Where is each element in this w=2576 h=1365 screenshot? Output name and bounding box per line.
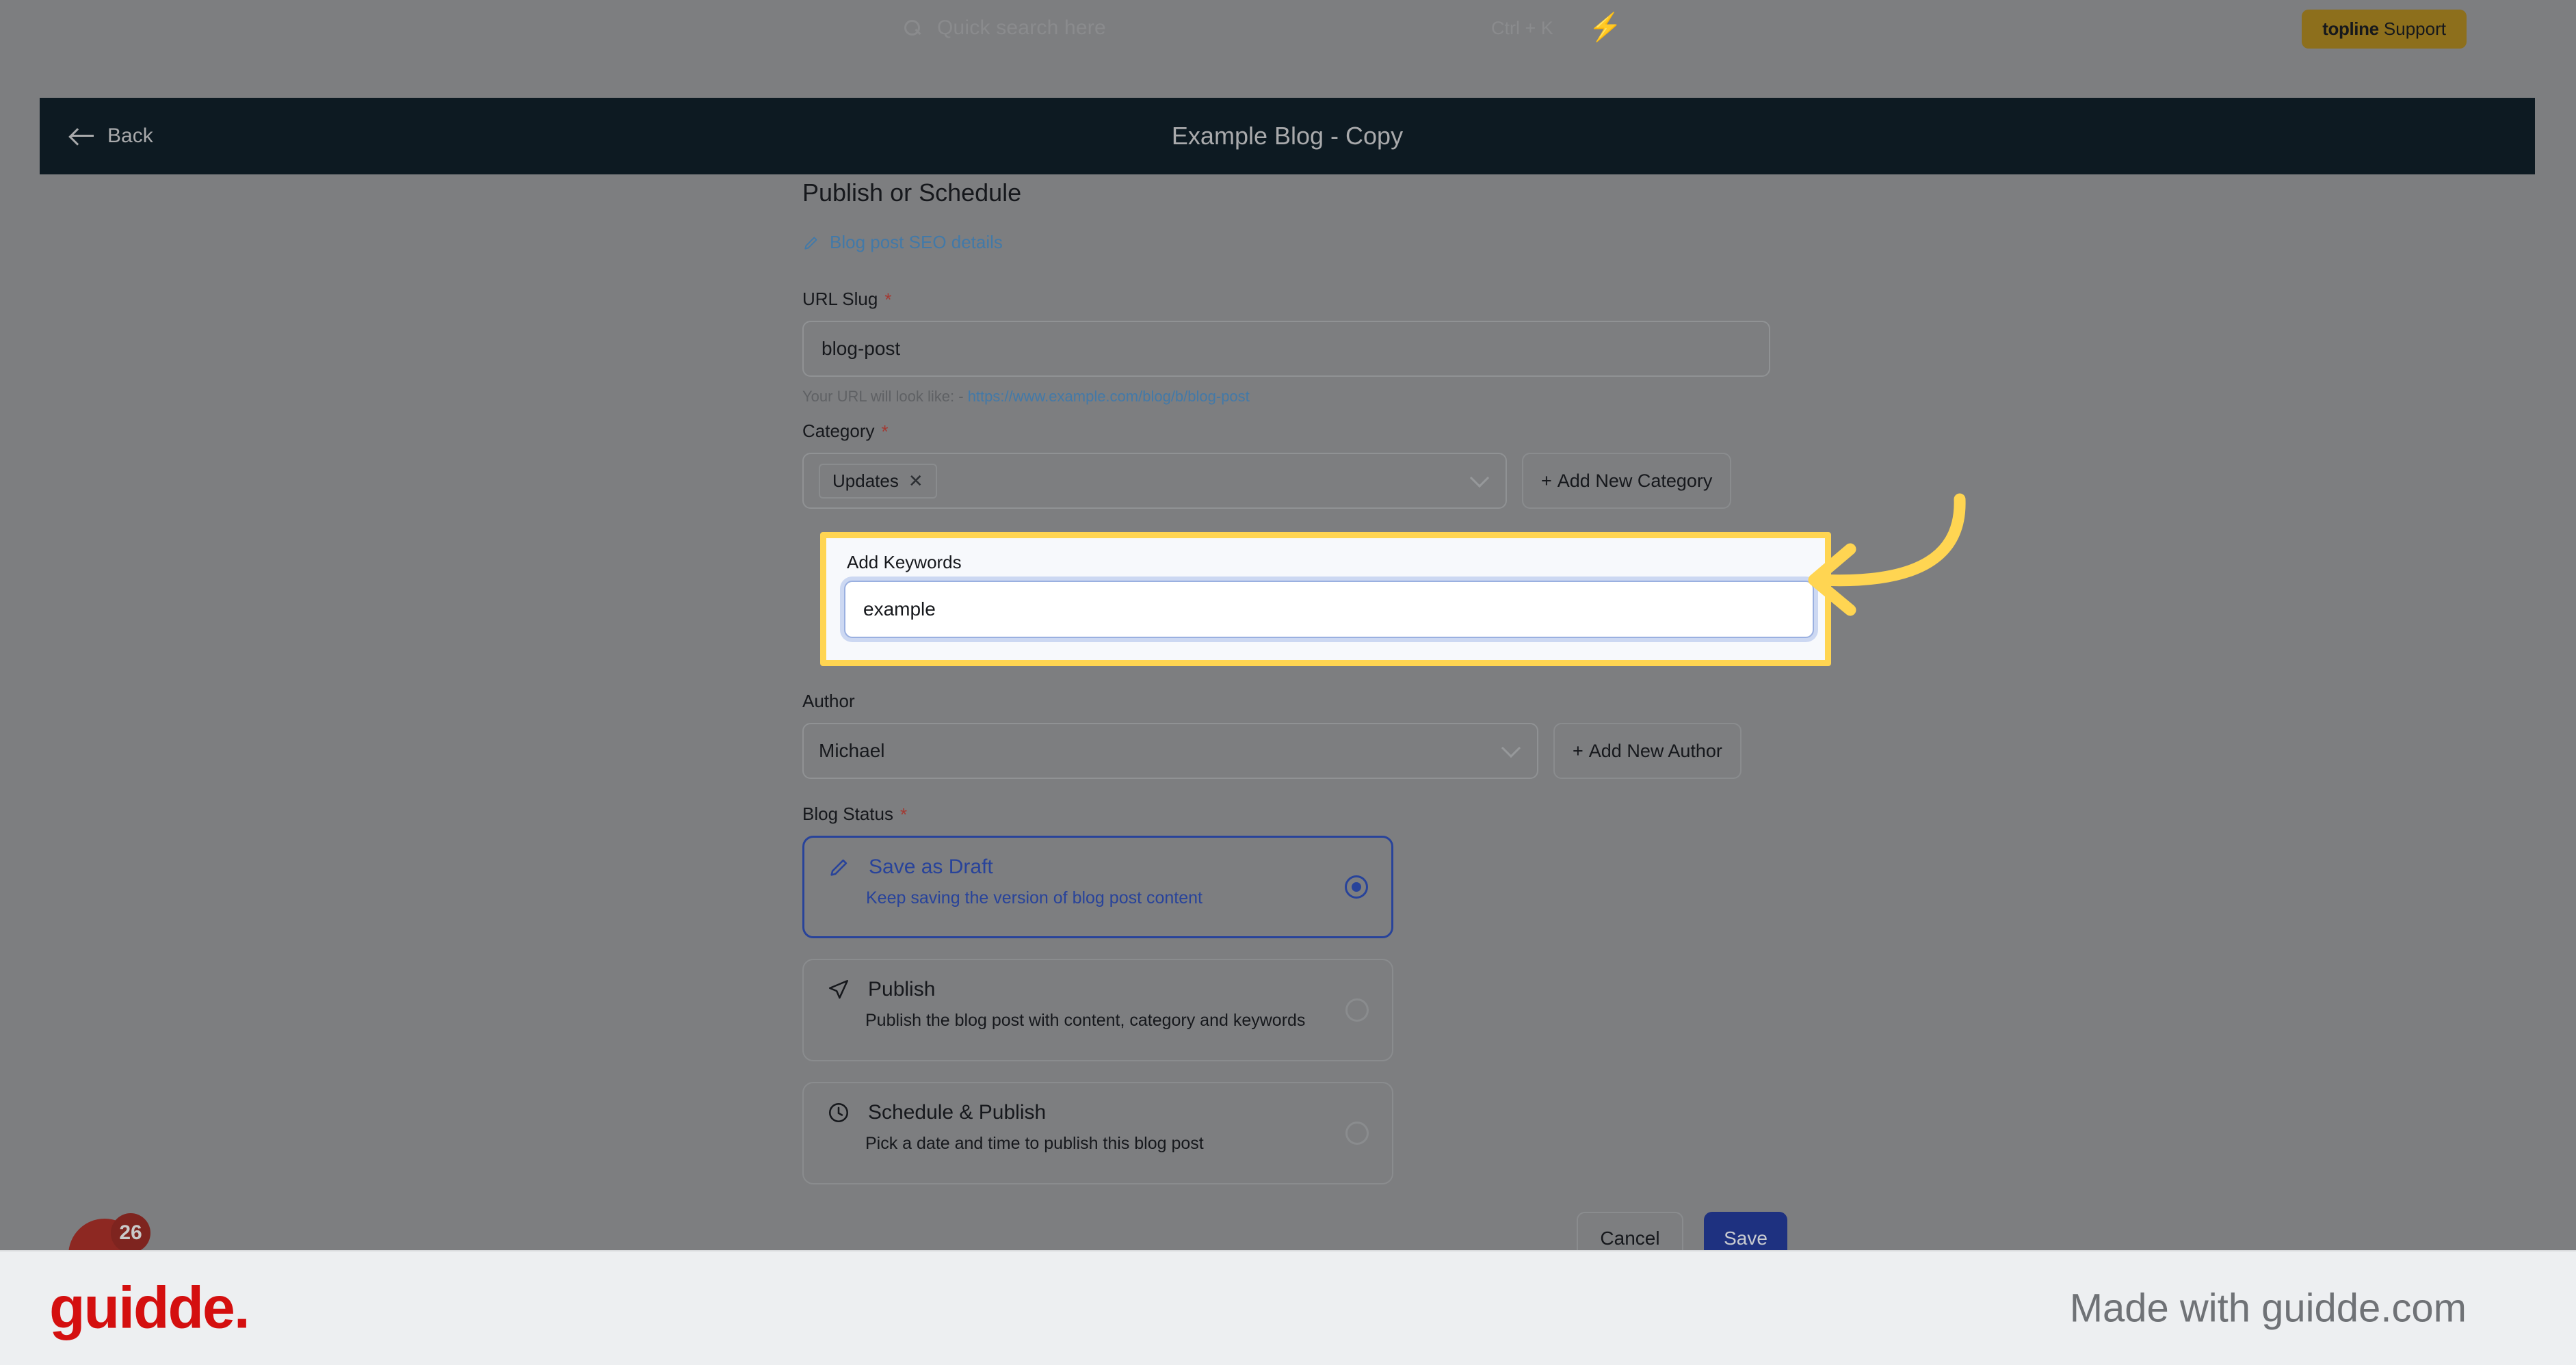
add-new-category-button[interactable]: + Add New Category bbox=[1522, 453, 1732, 509]
search-icon bbox=[903, 18, 922, 38]
radio-save-as-draft[interactable] bbox=[1345, 875, 1368, 899]
url-slug-label-text: URL Slug bbox=[802, 289, 878, 309]
publish-schedule-modal: Back Example Blog - Copy Publish or Sche… bbox=[40, 98, 2535, 1265]
required-asterisk: * bbox=[881, 421, 889, 442]
status-option-schedule-publish[interactable]: Schedule & Publish Pick a date and time … bbox=[802, 1082, 1393, 1184]
support-label: Support bbox=[2383, 18, 2446, 39]
add-new-author-button[interactable]: + Add New Author bbox=[1553, 723, 1742, 779]
url-preview-hint: Your URL will look like: - https://www.e… bbox=[802, 388, 1787, 406]
status-option-header: Publish bbox=[827, 978, 1369, 1001]
section-title: Publish or Schedule bbox=[802, 178, 1022, 207]
back-button-label: Back bbox=[107, 124, 153, 147]
status-option-header: Save as Draft bbox=[828, 856, 1368, 879]
add-keywords-label: Add Keywords bbox=[847, 552, 962, 572]
required-asterisk: * bbox=[884, 289, 892, 310]
modal-title: Example Blog - Copy bbox=[1171, 122, 1404, 150]
chat-unread-badge: 26 bbox=[111, 1213, 150, 1253]
url-slug-value: blog-post bbox=[822, 338, 901, 359]
plus-icon: + bbox=[1541, 470, 1552, 491]
quick-search-placeholder: Quick search here bbox=[937, 16, 1106, 39]
quick-search-bar[interactable]: Quick search here bbox=[903, 16, 1106, 40]
url-preview-link[interactable]: https://www.example.com/blog/b/blog-post bbox=[968, 388, 1250, 405]
radio-schedule-publish[interactable] bbox=[1345, 1122, 1369, 1145]
url-slug-label: URL Slug * bbox=[802, 289, 1787, 310]
guidde-logo: guidde. bbox=[49, 1275, 250, 1341]
status-option-title: Save as Draft bbox=[869, 856, 993, 878]
status-option-title: Schedule & Publish bbox=[868, 1101, 1047, 1124]
app-topbar: Quick search here Ctrl + K ⚡ topline Sup… bbox=[0, 0, 2576, 66]
blog-status-label: Blog Status * bbox=[802, 804, 1787, 825]
add-new-author-label: Add New Author bbox=[1588, 740, 1722, 761]
add-new-category-label: Add New Category bbox=[1557, 470, 1713, 491]
category-tag[interactable]: Updates ✕ bbox=[819, 463, 937, 499]
author-row: Michael + Add New Author bbox=[802, 723, 1787, 779]
blog-post-seo-details-link[interactable]: Blog post SEO details bbox=[802, 232, 1003, 253]
status-option-desc: Publish the blog post with content, cate… bbox=[865, 1011, 1306, 1030]
topline-support-chip[interactable]: topline Support bbox=[2302, 10, 2467, 49]
category-select[interactable]: Updates ✕ bbox=[802, 453, 1507, 509]
url-hint-prefix: Your URL will look like: - bbox=[802, 388, 968, 405]
status-option-title: Publish bbox=[868, 978, 936, 1000]
search-shortcut-hint: Ctrl + K bbox=[1491, 18, 1553, 38]
status-option-desc: Keep saving the version of blog post con… bbox=[866, 888, 1202, 907]
required-asterisk: * bbox=[899, 804, 908, 825]
category-label-text: Category bbox=[802, 421, 875, 441]
category-label: Category * bbox=[802, 421, 1787, 442]
add-keywords-input[interactable]: example bbox=[844, 581, 1814, 638]
status-option-save-as-draft[interactable]: Save as Draft Keep saving the version of… bbox=[802, 836, 1393, 938]
author-label: Author bbox=[802, 691, 1787, 712]
keywords-section: Add Keywords example bbox=[802, 532, 1831, 691]
url-slug-input[interactable]: blog-post bbox=[802, 321, 1770, 377]
status-option-publish[interactable]: Publish Publish the blog post with conte… bbox=[802, 959, 1393, 1061]
status-option-desc: Pick a date and time to publish this blo… bbox=[865, 1134, 1204, 1153]
keywords-highlight-box: Add Keywords example bbox=[820, 532, 1831, 666]
chevron-down-icon bbox=[1501, 738, 1521, 758]
guidde-footer: guidde. Made with guidde.com bbox=[0, 1250, 2576, 1365]
category-tag-label: Updates bbox=[832, 470, 899, 491]
status-option-header: Schedule & Publish bbox=[827, 1101, 1369, 1124]
screenshot-root: Quick search here Ctrl + K ⚡ topline Sup… bbox=[0, 0, 2576, 1365]
chevron-down-icon bbox=[1469, 468, 1490, 488]
category-row: Updates ✕ + Add New Category bbox=[802, 453, 1787, 509]
author-value: Michael bbox=[819, 740, 885, 761]
pencil-icon bbox=[804, 236, 817, 250]
radio-publish[interactable] bbox=[1345, 998, 1369, 1022]
plus-icon: + bbox=[1573, 740, 1583, 761]
add-keywords-value: example bbox=[863, 598, 936, 620]
pencil-icon bbox=[830, 859, 847, 876]
blog-status-label-text: Blog Status bbox=[802, 804, 893, 824]
paper-plane-icon bbox=[828, 979, 849, 999]
dimmed-app-background: Quick search here Ctrl + K ⚡ topline Sup… bbox=[0, 0, 2576, 1291]
author-label-text: Author bbox=[802, 691, 855, 711]
lightning-bolt-icon[interactable]: ⚡ bbox=[1588, 14, 1622, 41]
back-button[interactable]: Back bbox=[70, 124, 153, 148]
clock-icon bbox=[828, 1102, 849, 1123]
made-with-guidde-label: Made with guidde.com bbox=[2069, 1286, 2467, 1331]
publish-form: Publish or Schedule Blog post SEO detail… bbox=[802, 178, 1831, 1265]
topline-brand-label: topline bbox=[2322, 18, 2379, 39]
arrow-left-icon bbox=[70, 127, 94, 145]
modal-header: Back Example Blog - Copy bbox=[40, 98, 2535, 174]
remove-category-tag-icon[interactable]: ✕ bbox=[908, 471, 923, 492]
author-select[interactable]: Michael bbox=[802, 723, 1538, 779]
seo-link-label: Blog post SEO details bbox=[830, 232, 1003, 252]
